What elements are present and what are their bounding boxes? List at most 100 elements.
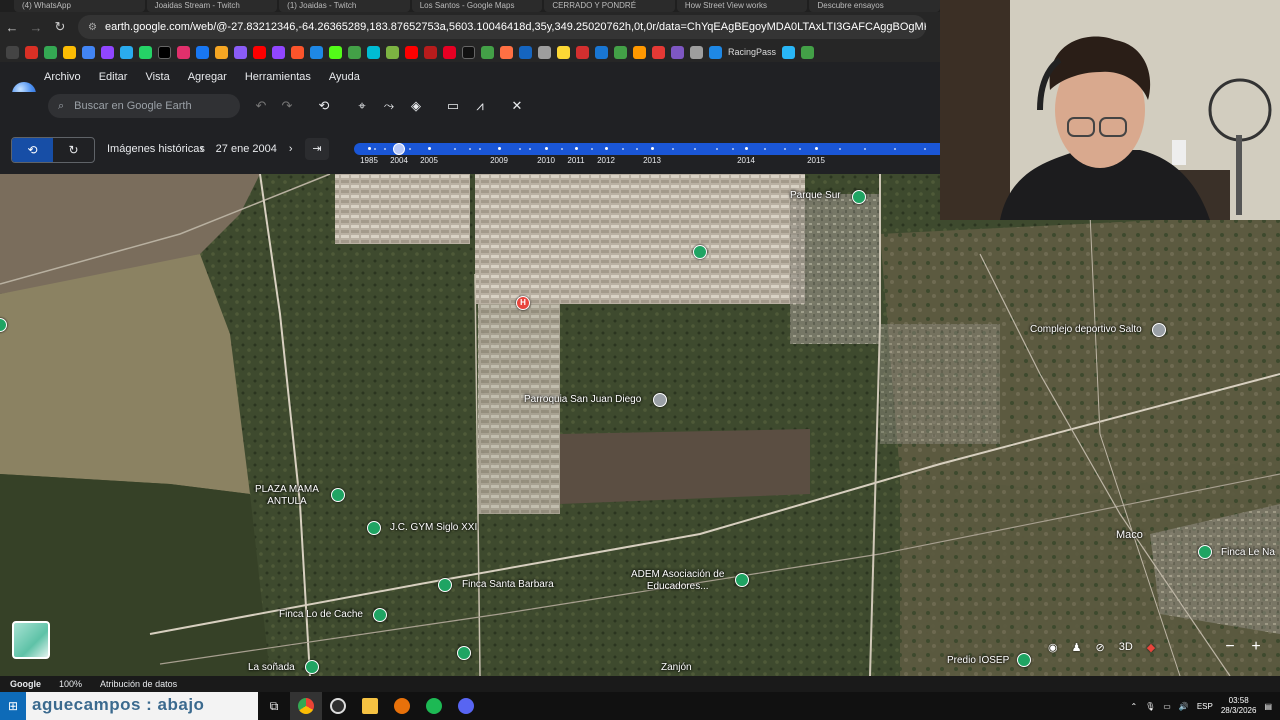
church-pin-icon[interactable]: [653, 393, 667, 407]
discord-taskbar-icon[interactable]: [450, 692, 482, 720]
twitch-icon[interactable]: [272, 45, 285, 59]
timeline-image-marker[interactable]: [864, 148, 866, 150]
browser-tab[interactable]: How Street View works: [676, 0, 808, 12]
clock[interactable]: 03:58 28/3/2026: [1221, 696, 1257, 716]
timeline-image-marker[interactable]: [454, 148, 456, 150]
timeline-year-dot[interactable]: [745, 147, 748, 150]
timeline-year-dot[interactable]: [815, 147, 818, 150]
brave-icon[interactable]: [291, 45, 304, 59]
bookmark-icon[interactable]: [367, 45, 380, 59]
layers-icon[interactable]: ◈: [407, 97, 425, 115]
place-finca-le-na[interactable]: Finca Le Na: [1221, 547, 1275, 559]
chrome-icon[interactable]: [63, 45, 76, 59]
timeline-image-marker[interactable]: [384, 148, 386, 150]
place-complejo-deportivo[interactable]: Complejo deportivo Salto: [1030, 324, 1142, 336]
place-predio-iosep[interactable]: Predio IOSEP: [947, 655, 1009, 667]
menu-vista[interactable]: Vista: [145, 71, 169, 83]
pinterest-icon[interactable]: [443, 45, 456, 59]
bookmark-icon[interactable]: [576, 45, 589, 59]
bookmark-icon[interactable]: [671, 45, 684, 59]
windows-start-icon[interactable]: ⊞: [0, 692, 26, 720]
timeline-year-dot[interactable]: [545, 147, 548, 150]
bookmark-icon[interactable]: [234, 45, 247, 59]
taskbar-search-box[interactable]: aguecampos : abajo: [26, 692, 258, 720]
facebook-icon[interactable]: [196, 45, 209, 59]
farm-pin-icon[interactable]: [305, 660, 319, 674]
gym-pin-icon[interactable]: [367, 521, 381, 535]
bookmark-icon[interactable]: [801, 45, 815, 59]
next-date-icon[interactable]: ›: [289, 143, 293, 155]
chrome-taskbar-icon[interactable]: [290, 692, 322, 720]
location-icon[interactable]: ◉: [1048, 641, 1058, 654]
tilt-icon[interactable]: ⊘: [1095, 641, 1104, 654]
timeline-image-marker[interactable]: [839, 148, 841, 150]
timeline-image-marker[interactable]: [622, 148, 624, 150]
menu-agregar[interactable]: Agregar: [188, 71, 227, 83]
historical-mode-icon[interactable]: ⟲: [12, 138, 53, 162]
park-pin-icon[interactable]: [852, 190, 866, 204]
timeline-image-marker[interactable]: [764, 148, 766, 150]
timeline-thumb[interactable]: [393, 143, 405, 155]
x-icon[interactable]: [158, 45, 171, 59]
timeline-image-marker[interactable]: [519, 148, 521, 150]
data-attribution-link[interactable]: Atribución de datos: [100, 679, 177, 689]
timeline-image-marker[interactable]: [529, 148, 531, 150]
school-pin-icon[interactable]: [735, 573, 749, 587]
map-style-thumbnail[interactable]: [12, 621, 50, 659]
timeline-image-marker[interactable]: [732, 148, 734, 150]
menu-ayuda[interactable]: Ayuda: [329, 71, 360, 83]
toggle-3d-button[interactable]: 3D: [1119, 641, 1133, 653]
browser-tab[interactable]: Joaidas Stream - Twitch: [146, 0, 278, 12]
timeline-year-dot[interactable]: [498, 147, 501, 150]
sports-pin-icon[interactable]: [1017, 653, 1031, 667]
obs-taskbar-icon[interactable]: [322, 692, 354, 720]
bookmark-icon[interactable]: [782, 45, 796, 59]
timeline-image-marker[interactable]: [409, 148, 411, 150]
path-icon[interactable]: ⤳: [380, 97, 398, 115]
timeline-image-marker[interactable]: [591, 148, 593, 150]
timeline-image-marker[interactable]: [716, 148, 718, 150]
spotify-taskbar-icon[interactable]: [418, 692, 450, 720]
place-parque-sur[interactable]: Parque Sur: [790, 190, 841, 202]
bookmark-icon[interactable]: [310, 45, 323, 59]
timeline-year-dot[interactable]: [575, 147, 578, 150]
notifications-icon[interactable]: ▤: [1264, 702, 1272, 711]
park-pin-icon[interactable]: [457, 646, 471, 660]
timeline-image-marker[interactable]: [469, 148, 471, 150]
youtube-icon[interactable]: [253, 45, 266, 59]
microphone-icon[interactable]: 🎙: [1145, 702, 1155, 711]
browser-tab[interactable]: Los Santos - Google Maps: [411, 0, 543, 12]
bookmark-icon[interactable]: [595, 45, 608, 59]
park-pin-icon[interactable]: [693, 245, 707, 259]
bookmark-icon[interactable]: [538, 45, 551, 59]
bookmark-icon[interactable]: [633, 45, 646, 59]
timeline-slider[interactable]: [354, 143, 940, 155]
bookmark-icon[interactable]: [557, 45, 570, 59]
street-view-icon[interactable]: ♟: [1072, 641, 1082, 654]
tiktok-icon[interactable]: [462, 45, 475, 59]
app-taskbar-icon[interactable]: [386, 692, 418, 720]
apps-icon[interactable]: [6, 45, 19, 59]
satellite-map[interactable]: Parque Sur H Complejo deportivo Salto Pa…: [0, 174, 1280, 676]
youtube-icon[interactable]: [405, 45, 418, 59]
menu-archivo[interactable]: Archivo: [44, 71, 81, 83]
volume-icon[interactable]: 🔊: [1179, 702, 1189, 711]
current-mode-icon[interactable]: ↻: [53, 138, 94, 162]
twitch-icon[interactable]: [101, 45, 114, 59]
kick-icon[interactable]: [329, 45, 342, 59]
instagram-icon[interactable]: [177, 45, 190, 59]
bookmark-icon[interactable]: [386, 45, 399, 59]
browser-tab[interactable]: Descubre ensayos: [809, 0, 940, 12]
tools-icon[interactable]: ✕: [508, 97, 526, 115]
timeline-image-marker[interactable]: [374, 148, 376, 150]
reload-icon[interactable]: ↻: [48, 19, 72, 35]
racingpass-icon[interactable]: [709, 45, 722, 59]
undo-icon[interactable]: ↶: [252, 97, 270, 115]
timeline-image-marker[interactable]: [894, 148, 896, 150]
back-icon[interactable]: ←: [0, 20, 24, 35]
file-explorer-icon[interactable]: [354, 692, 386, 720]
browser-tab[interactable]: (4) WhatsApp: [14, 0, 145, 12]
timeline-year-dot[interactable]: [605, 147, 608, 150]
timeline-image-marker[interactable]: [561, 148, 563, 150]
farm-pin-icon[interactable]: [438, 578, 452, 592]
